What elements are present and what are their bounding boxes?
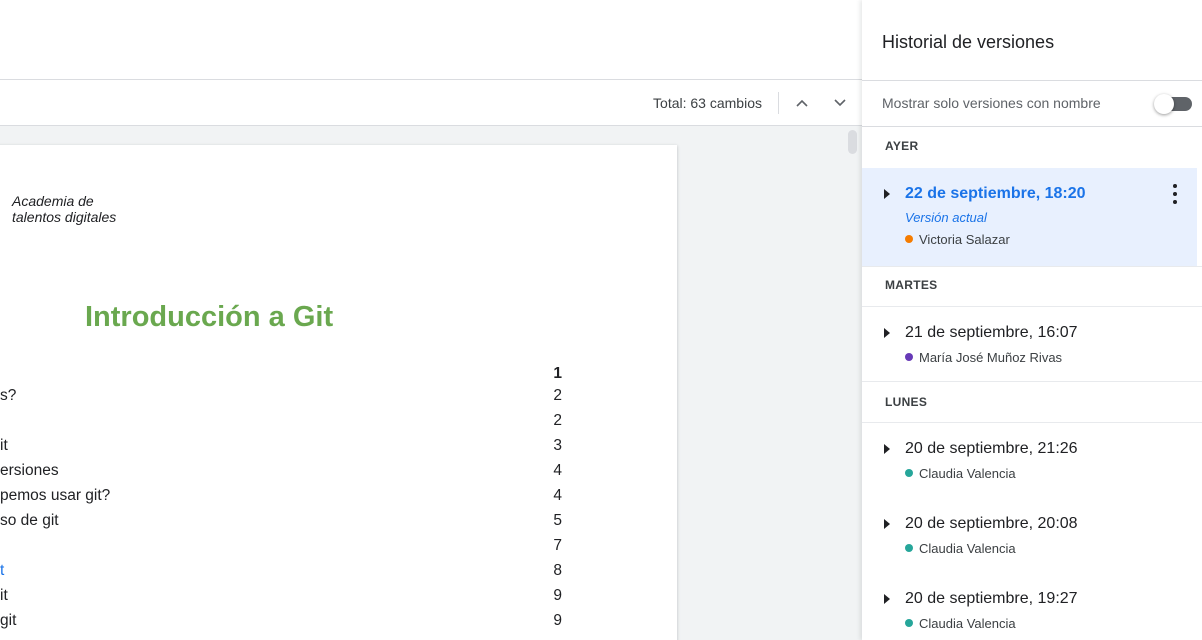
- version-item[interactable]: 22 de septiembre, 18:20 Versión actual V…: [862, 168, 1197, 266]
- author-color-dot: [905, 544, 913, 552]
- toc-entry[interactable]: it 3: [0, 437, 580, 457]
- group-label-monday: LUNES: [885, 395, 928, 409]
- expand-arrow-icon[interactable]: [884, 328, 890, 338]
- toc-page-number: 4: [553, 487, 562, 504]
- vertical-scrollbar[interactable]: [848, 130, 857, 154]
- author-color-dot: [905, 353, 913, 361]
- divider: [862, 381, 1202, 382]
- toc-entry[interactable]: 1: [0, 365, 580, 385]
- previous-change-button[interactable]: [790, 91, 814, 115]
- toc-page-number: 5: [553, 512, 562, 529]
- expand-arrow-icon[interactable]: [884, 444, 890, 454]
- author-name: Claudia Valencia: [919, 541, 1016, 556]
- document-title: Introducción a Git: [85, 301, 334, 333]
- author-color-dot: [905, 235, 913, 243]
- divider: [862, 266, 1202, 267]
- expand-arrow-icon[interactable]: [884, 519, 890, 529]
- expand-arrow-icon[interactable]: [884, 594, 890, 604]
- divider: [862, 80, 1202, 81]
- toc-page-number: 8: [553, 562, 562, 579]
- document-page[interactable]: Academia de talentos digitales Introducc…: [0, 145, 677, 640]
- more-options-icon[interactable]: [1169, 184, 1181, 206]
- named-versions-filter-label: Mostrar solo versiones con nombre: [882, 95, 1101, 111]
- version-date: 21 de septiembre, 16:07: [905, 324, 1078, 341]
- version-item[interactable]: 20 de septiembre, 20:08 Claudia Valencia: [862, 498, 1197, 572]
- version-author: Claudia Valencia: [905, 466, 1016, 481]
- toc-page-number: 9: [553, 587, 562, 604]
- chevron-down-icon: [834, 99, 846, 107]
- toolbar-divider: [778, 92, 779, 114]
- version-item[interactable]: 21 de septiembre, 16:07 María José Muñoz…: [862, 307, 1197, 381]
- expand-arrow-icon[interactable]: [884, 189, 890, 199]
- document-area: Total: 63 cambios Academia de talentos d…: [0, 0, 862, 640]
- toc-page-number: 2: [553, 412, 562, 429]
- author-name: Claudia Valencia: [919, 616, 1016, 631]
- version-author: Victoria Salazar: [905, 232, 1010, 247]
- changes-toolbar: Total: 63 cambios: [0, 80, 862, 126]
- version-date: 20 de septiembre, 21:26: [905, 440, 1078, 457]
- top-bar: [0, 0, 862, 80]
- toc-page-number: 1: [553, 365, 562, 382]
- group-label-tuesday: MARTES: [885, 278, 938, 292]
- group-label-yesterday: AYER: [885, 139, 919, 153]
- toc-entry[interactable]: pemos usar git? 4: [0, 487, 580, 507]
- toggle-knob: [1154, 94, 1174, 114]
- version-author: María José Muñoz Rivas: [905, 350, 1062, 365]
- divider: [862, 126, 1202, 127]
- version-author: Claudia Valencia: [905, 616, 1016, 631]
- author-name: María José Muñoz Rivas: [919, 350, 1063, 365]
- toc-entry[interactable]: s? 2: [0, 387, 580, 407]
- author-color-dot: [905, 469, 913, 477]
- version-date: 22 de septiembre, 18:20: [905, 185, 1086, 202]
- version-item[interactable]: 20 de septiembre, 19:27 Claudia Valencia: [862, 573, 1197, 640]
- next-change-button[interactable]: [828, 91, 852, 115]
- toc-page-number: 3: [553, 437, 562, 454]
- version-history-panel: Historial de versiones Mostrar solo vers…: [862, 0, 1202, 640]
- toc-entry[interactable]: t 8: [0, 562, 580, 582]
- toc-entry[interactable]: so de git 5: [0, 512, 580, 532]
- toc-entry[interactable]: git 9: [0, 612, 580, 632]
- toc-entry[interactable]: ersiones 4: [0, 462, 580, 482]
- toc-page-number: 9: [553, 612, 562, 629]
- toc-page-number: 7: [553, 537, 562, 554]
- toc-page-number: 2: [553, 387, 562, 404]
- author-name: Claudia Valencia: [919, 466, 1016, 481]
- current-version-label: Versión actual: [905, 210, 987, 225]
- version-author: Claudia Valencia: [905, 541, 1016, 556]
- total-changes: Total: 63 cambios: [653, 95, 762, 111]
- author-name: Victoria Salazar: [919, 232, 1010, 247]
- toc-entry[interactable]: 2: [0, 412, 580, 432]
- toc-entry[interactable]: it 9: [0, 587, 580, 607]
- logo-line-1: Academia de: [12, 193, 94, 209]
- toc-page-number: 4: [553, 462, 562, 479]
- version-date: 20 de septiembre, 19:27: [905, 590, 1078, 607]
- version-date: 20 de septiembre, 20:08: [905, 515, 1078, 532]
- named-versions-toggle[interactable]: [1154, 94, 1198, 114]
- toc-entry[interactable]: 7: [0, 537, 580, 557]
- version-item[interactable]: 20 de septiembre, 21:26 Claudia Valencia: [862, 423, 1197, 497]
- academy-logo: Academia de talentos digitales: [12, 193, 116, 225]
- panel-title: Historial de versiones: [882, 32, 1055, 52]
- logo-line-2: talentos digitales: [12, 209, 117, 225]
- chevron-up-icon: [796, 99, 808, 107]
- author-color-dot: [905, 619, 913, 627]
